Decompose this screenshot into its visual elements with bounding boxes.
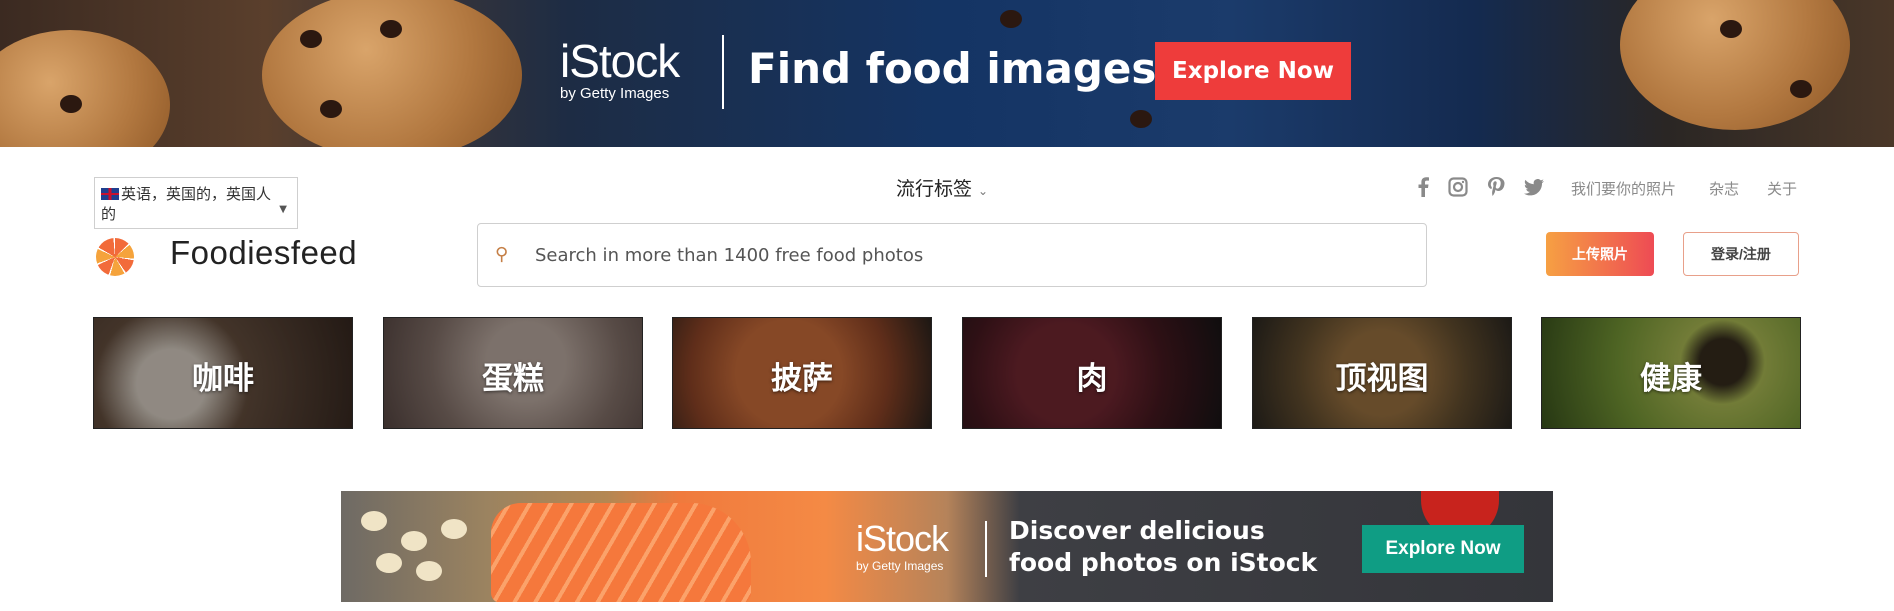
chevron-down-icon: ▼	[279, 204, 287, 215]
category-label: 健康	[1640, 361, 1702, 397]
top-ad-banner[interactable]: iStock by Getty Images Find food images …	[0, 0, 1894, 147]
istock-logo: iStock by Getty Images	[856, 518, 949, 574]
language-value: 英语，英国的，英国人的	[101, 185, 272, 223]
explore-now-button[interactable]: Explore Now	[1362, 525, 1524, 573]
banner-headline: Discover delicious food photos on iStock	[1009, 516, 1318, 577]
category-tile-top-view[interactable]: 顶视图	[1252, 317, 1512, 429]
language-select[interactable]: 英语，英国的，英国人的 ▼	[94, 177, 298, 229]
category-tile-pizza[interactable]: 披萨	[672, 317, 932, 429]
category-tile-cake[interactable]: 蛋糕	[383, 317, 643, 429]
salmon-image	[491, 503, 751, 602]
twitter-icon[interactable]	[1523, 176, 1545, 198]
login-register-button[interactable]: 登录/注册	[1683, 232, 1799, 276]
chevron-down-icon: ⌄	[978, 184, 989, 198]
category-label: 咖啡	[192, 361, 254, 397]
banner-divider	[985, 521, 987, 577]
explore-now-button[interactable]: Explore Now	[1155, 42, 1351, 100]
istock-logo: iStock by Getty Images	[560, 35, 680, 102]
uk-flag-icon	[101, 188, 119, 200]
category-tile-healthy[interactable]: 健康	[1541, 317, 1801, 429]
cookie-image	[1620, 0, 1850, 130]
about-link[interactable]: 关于	[1767, 178, 1797, 199]
category-tile-coffee[interactable]: 咖啡	[93, 317, 353, 429]
site-logo[interactable]: Foodiesfeed	[170, 234, 357, 272]
category-label: 披萨	[771, 361, 833, 397]
search-icon: ⚲	[495, 244, 509, 265]
upload-photo-button[interactable]: 上传照片	[1546, 232, 1654, 276]
search-input[interactable]	[535, 238, 1405, 272]
pinterest-icon[interactable]	[1485, 176, 1507, 198]
popular-tags-dropdown[interactable]: 流行标签 ⌄	[896, 174, 988, 201]
bottom-ad-banner[interactable]: iStock by Getty Images Discover deliciou…	[341, 491, 1553, 602]
search-bar[interactable]: ⚲	[477, 223, 1427, 287]
category-label: 蛋糕	[482, 361, 544, 397]
category-label: 顶视图	[1335, 361, 1429, 397]
banner-divider	[722, 35, 724, 109]
magazine-link[interactable]: 杂志	[1709, 178, 1739, 199]
popular-tags-label: 流行标签	[896, 178, 973, 200]
instagram-icon[interactable]	[1447, 176, 1469, 198]
cookie-image	[0, 30, 170, 147]
facebook-icon[interactable]	[1412, 176, 1434, 198]
banner-headline: Find food images	[748, 44, 1157, 93]
foodiesfeed-logo-icon[interactable]	[96, 238, 134, 276]
category-label: 肉	[1076, 361, 1108, 397]
submit-photos-link[interactable]: 我们要你的照片	[1571, 178, 1676, 199]
category-tile-meat[interactable]: 肉	[962, 317, 1222, 429]
